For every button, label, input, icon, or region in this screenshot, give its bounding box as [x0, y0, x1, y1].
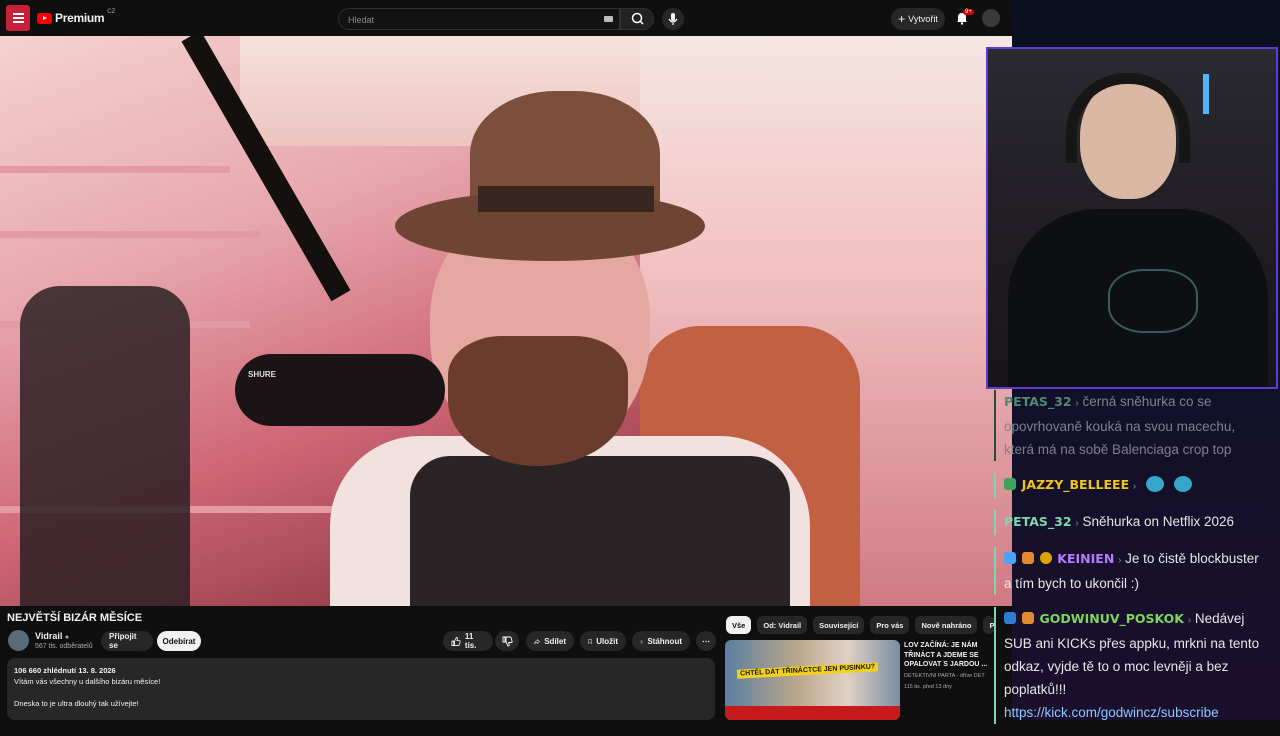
mic-button[interactable]	[662, 8, 684, 30]
share-icon	[534, 638, 541, 644]
logo-region: CZ	[107, 9, 116, 15]
view-stats: 106 660 zhlédnutí 13. 8. 2026	[14, 666, 116, 675]
channel-name-text: Vidrail	[35, 631, 63, 641]
vest	[410, 456, 790, 606]
search-icon	[631, 12, 644, 25]
chat-username[interactable]: JAZZY_BELLEEE	[1022, 477, 1129, 492]
chat-username[interactable]: GODWINUV_POSKOK	[1040, 611, 1184, 626]
arrow-badge-icon	[1004, 612, 1016, 624]
description-line: Dneska to je ultra dlouhý tak užívejte!	[14, 699, 139, 708]
rgb-light	[1203, 74, 1209, 114]
shelf	[0, 231, 260, 238]
diamond-badge-icon	[1004, 552, 1016, 564]
thumbs-up-icon	[451, 636, 461, 646]
share-label: Sdílet	[544, 636, 566, 646]
mic-brand: SHURE	[248, 370, 277, 379]
chat-username[interactable]: PETAS_32	[1004, 394, 1072, 409]
hat-band	[478, 186, 654, 212]
verified-icon: ●	[64, 634, 70, 641]
youtube-premium-logo[interactable]: Premium CZ	[37, 9, 116, 25]
thumbnail-banner	[725, 706, 900, 720]
chevron-right-icon: ›	[1187, 615, 1192, 626]
chat-text: Sněhurka on Netflix 2026	[1082, 514, 1235, 529]
chat-panel: PETAS_32 › černá sněhurka co se opovrhov…	[994, 390, 1274, 736]
headphones	[1066, 73, 1190, 163]
related-video-title[interactable]: LOV ZAČÍNÁ: JE NÁM TŘINÁCT A JDEME SE OP…	[904, 641, 996, 670]
bell-badge-icon	[1021, 612, 1034, 624]
shelf	[0, 166, 230, 173]
chip-all[interactable]: Vše	[726, 616, 752, 634]
create-label: Vytvořit	[908, 14, 938, 24]
office-chair	[20, 286, 190, 606]
search-input[interactable]: Hledat	[338, 8, 620, 30]
download-button[interactable]: Stáhnout	[632, 631, 690, 651]
chip-from-channel[interactable]: Od: Vidrail	[757, 616, 808, 634]
join-label: Připojit se	[109, 632, 137, 650]
subscriber-count: 567 tis. odběratelů	[35, 643, 93, 650]
bell-badge-icon	[1021, 552, 1034, 564]
subscribe-label: Odebírat	[162, 636, 196, 646]
shirt-print	[1108, 269, 1198, 333]
webcam-feed	[986, 47, 1278, 389]
more-icon: ⋯	[702, 636, 710, 646]
related-video-meta: 115 tis. před 13 dny	[904, 684, 952, 690]
chip-related[interactable]: Související	[813, 616, 865, 634]
beard	[448, 336, 628, 466]
chat-username[interactable]: KEINIEN	[1057, 551, 1114, 566]
download-label: Stáhnout	[647, 636, 682, 646]
search-placeholder: Hledat	[348, 15, 375, 25]
join-button[interactable]: Připojit se	[101, 631, 153, 651]
related-filter-chips: Vše Od: Vidrail Související Pro vás Nově…	[726, 616, 996, 634]
channel-name[interactable]: Vidrail ●	[35, 631, 69, 641]
like-button[interactable]: 11 tis.	[443, 631, 493, 651]
thumbs-down-icon	[502, 636, 513, 646]
plus-icon: +	[898, 12, 906, 26]
emote-icon	[1173, 476, 1192, 492]
like-count: 11 tis.	[464, 632, 477, 650]
subscribe-button[interactable]: Odebírat	[157, 631, 201, 651]
chevron-right-icon: ›	[1132, 481, 1137, 492]
channel-avatar[interactable]	[8, 630, 29, 651]
search-button[interactable]	[620, 8, 654, 30]
chat-message: KEINIEN › Je to čistě blockbuster a tím …	[994, 547, 1274, 595]
thumbnail-text: CHTĚL DÁT TŘINÁCTCE JEN PUSINKU?	[736, 662, 879, 679]
more-actions-button[interactable]: ⋯	[696, 631, 716, 651]
notification-badge: 9+	[963, 9, 974, 15]
account-avatar[interactable]	[982, 9, 1000, 27]
video-player[interactable]: SHURE	[0, 36, 1012, 606]
description-line: Vítám vás všechny u dalšího bizáru měsíc…	[14, 677, 161, 686]
chat-message: PETAS_32 › černá sněhurka co se opovrhov…	[994, 390, 1274, 461]
chip-for-you[interactable]: Pro vás	[870, 616, 910, 634]
badge-icon	[1004, 478, 1016, 490]
chat-message: PETAS_32 › Sněhurka on Netflix 2026	[994, 510, 1274, 535]
chat-username[interactable]: PETAS_32	[1004, 514, 1072, 529]
create-button[interactable]: + Vytvořit	[891, 8, 945, 30]
number-badge-icon	[1039, 552, 1052, 564]
menu-icon[interactable]	[6, 5, 30, 31]
youtube-play-icon	[37, 12, 52, 24]
chevron-right-icon: ›	[1118, 555, 1122, 566]
related-video-thumbnail[interactable]: CHTĚL DÁT TŘINÁCTCE JEN PUSINKU?	[725, 640, 900, 720]
chat-message: GODWINUV_POSKOK › Nedávej SUB ani KICKs …	[994, 607, 1274, 724]
related-video-channel[interactable]: DETEKTIVNÍ PARTA - dříve DET	[904, 673, 1004, 679]
chevron-right-icon: ›	[1075, 398, 1079, 409]
mic-icon	[668, 13, 678, 25]
chat-message: JAZZY_BELLEEE ›	[994, 473, 1274, 498]
top-bar: Premium CZ Hledat + Vytvořit 9+	[0, 0, 1012, 36]
chip-recently-uploaded[interactable]: Nově nahráno	[915, 616, 978, 634]
keyboard-icon[interactable]	[604, 16, 613, 22]
save-button[interactable]: Uložit	[580, 631, 626, 651]
dislike-button[interactable]	[495, 631, 519, 651]
microphone	[235, 354, 445, 426]
save-icon	[588, 638, 592, 644]
save-label: Uložit	[596, 636, 618, 646]
download-icon	[640, 639, 643, 643]
chevron-right-icon: ›	[1075, 518, 1079, 529]
video-title: NEJVĚTŠÍ BIZÁR MĚSÍCE	[7, 612, 143, 624]
share-button[interactable]: Sdílet	[526, 631, 574, 651]
description-box[interactable]: 106 660 zhlédnutí 13. 8. 2026 Vítám vás …	[7, 658, 715, 720]
emote-icon	[1146, 476, 1165, 492]
chat-link[interactable]: https://kick.com/godwincz/subscribe	[1004, 701, 1268, 724]
logo-text: Premium	[55, 11, 105, 25]
